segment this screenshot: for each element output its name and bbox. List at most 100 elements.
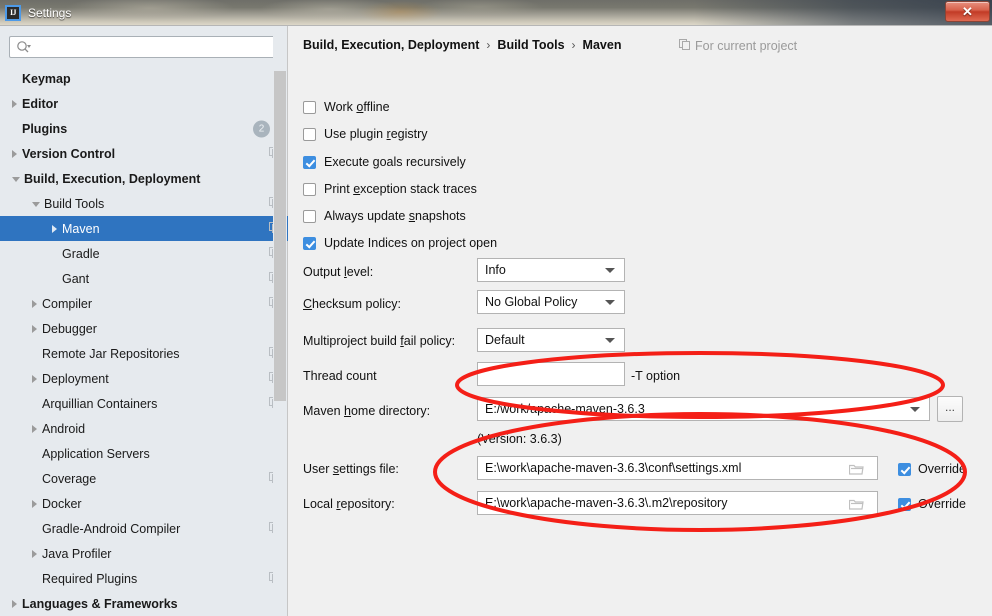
sidebar-scrollbar-track[interactable]: [273, 26, 287, 616]
sidebar-item-java-profiler[interactable]: Java Profiler: [0, 541, 288, 566]
title-bar: IJ Settings ✕: [0, 0, 992, 25]
checkbox-row-always-update-snapshots[interactable]: Always update snapshots: [303, 207, 466, 225]
output-level-combobox[interactable]: Info: [477, 258, 625, 282]
search-box[interactable]: [9, 36, 279, 58]
chevron-right-icon: ›: [486, 38, 491, 52]
sidebar-item-languages-frameworks[interactable]: Languages & Frameworks: [0, 591, 288, 616]
chevron-right-icon[interactable]: [32, 299, 37, 308]
breadcrumb-item-build-tools[interactable]: Build Tools: [497, 38, 564, 52]
multiproject-fail-policy-label: Multiproject build fail policy:: [303, 334, 456, 348]
sidebar-scrollbar-thumb[interactable]: [274, 71, 286, 401]
chevron-right-icon[interactable]: [32, 324, 37, 333]
sidebar-item-label: Editor: [22, 96, 59, 111]
chevron-right-icon-2: ›: [571, 38, 576, 52]
sidebar-item-label: Required Plugins: [42, 571, 138, 586]
close-button[interactable]: ✕: [945, 1, 990, 22]
chevron-right-icon[interactable]: [32, 499, 37, 508]
search-area: [9, 36, 279, 58]
user-settings-field[interactable]: [477, 456, 878, 480]
sidebar-item-editor[interactable]: Editor: [0, 91, 288, 116]
sidebar-item-build-execution-deployment[interactable]: Build, Execution, Deployment: [0, 166, 288, 191]
multiproject-fail-policy-value: Default: [485, 333, 525, 347]
maven-home-combobox[interactable]: E:/work/apache-maven-3.6.3: [477, 397, 930, 421]
local-repository-browse-folder-icon[interactable]: [848, 498, 864, 513]
sidebar-item-arquillian-containers[interactable]: Arquillian Containers: [0, 391, 288, 416]
sidebar-item-deployment[interactable]: Deployment: [0, 366, 288, 391]
user-settings-override-row[interactable]: Override: [898, 462, 966, 476]
search-input[interactable]: [32, 38, 262, 56]
local-repository-override-label: Override: [918, 497, 966, 511]
sidebar-item-label: Docker: [42, 496, 82, 511]
local-repository-override-row[interactable]: Override: [898, 497, 966, 511]
local-repository-input[interactable]: [485, 493, 877, 513]
local-repository-override-checkbox[interactable]: [898, 497, 911, 511]
chevron-right-icon[interactable]: [32, 374, 37, 383]
chevron-right-icon[interactable]: [12, 99, 17, 108]
sidebar-item-plugins[interactable]: Plugins 2: [0, 116, 288, 141]
sidebar-item-label: Gradle-Android Compiler: [42, 521, 181, 536]
breadcrumb-item-build-execution-deployment[interactable]: Build, Execution, Deployment: [303, 38, 479, 52]
thread-count-label: Thread count: [303, 369, 377, 383]
chevron-right-icon[interactable]: [32, 549, 37, 558]
sidebar-item-build-tools[interactable]: Build Tools: [0, 191, 288, 216]
sidebar-item-version-control[interactable]: Version Control: [0, 141, 288, 166]
multiproject-fail-policy-combobox[interactable]: Default: [477, 328, 625, 352]
chevron-down-icon[interactable]: [32, 202, 40, 207]
sidebar-item-label: Debugger: [42, 321, 97, 336]
checkbox-use-plugin-registry[interactable]: [303, 127, 316, 141]
thread-count-hint: -T option: [631, 369, 681, 383]
checkbox-label: Execute goals recursively: [324, 155, 466, 169]
settings-dialog: IJ Settings ✕ Keymap Editor Plugins 2 Ve…: [0, 0, 992, 616]
checkbox-row-use-plugin-registry[interactable]: Use plugin registry: [303, 125, 428, 143]
sidebar-item-compiler[interactable]: Compiler: [0, 291, 288, 316]
checksum-policy-combobox[interactable]: No Global Policy: [477, 290, 625, 314]
sidebar-item-label: Gant: [62, 271, 90, 286]
maven-home-value: E:/work/apache-maven-3.6.3: [485, 402, 645, 416]
sidebar-item-remote-jar-repositories[interactable]: Remote Jar Repositories: [0, 341, 288, 366]
sidebar-item-badge: 2: [253, 120, 270, 137]
sidebar-item-gradle[interactable]: Gradle: [0, 241, 288, 266]
breadcrumb-item-maven[interactable]: Maven: [583, 38, 622, 52]
search-icon: [16, 40, 32, 54]
sidebar-item-keymap[interactable]: Keymap: [0, 66, 288, 91]
sidebar-item-docker[interactable]: Docker: [0, 491, 288, 516]
sidebar-item-gant[interactable]: Gant: [0, 266, 288, 291]
sidebar-item-maven[interactable]: Maven: [0, 216, 288, 241]
checkbox-row-update-indices-on-project-open[interactable]: Update Indices on project open: [303, 234, 497, 252]
checkbox-always-update-snapshots[interactable]: [303, 209, 316, 223]
maven-home-browse-button[interactable]: ...: [937, 396, 963, 422]
ellipsis-icon: ...: [944, 399, 955, 414]
chevron-right-icon[interactable]: [52, 224, 57, 233]
sidebar-item-label: Application Servers: [42, 446, 150, 461]
checkbox-update-indices-on-project-open[interactable]: [303, 236, 316, 250]
thread-count-field[interactable]: [477, 362, 625, 386]
user-settings-browse-folder-icon[interactable]: [848, 463, 864, 478]
sidebar-item-coverage[interactable]: Coverage: [0, 466, 288, 491]
checkbox-print-exception-stack-traces[interactable]: [303, 182, 316, 196]
user-settings-input[interactable]: [485, 458, 877, 478]
checkbox-execute-goals-recursively[interactable]: [303, 155, 316, 169]
sidebar-item-application-servers[interactable]: Application Servers: [0, 441, 288, 466]
local-repository-field[interactable]: [477, 491, 878, 515]
chevron-right-icon[interactable]: [12, 599, 17, 608]
checkbox-label: Use plugin registry: [324, 127, 428, 141]
user-settings-override-checkbox[interactable]: [898, 462, 911, 476]
settings-tree[interactable]: Keymap Editor Plugins 2 Version Control Build…: [0, 66, 288, 616]
checkbox-row-print-exception-stack-traces[interactable]: Print exception stack traces: [303, 180, 477, 198]
chevron-right-icon[interactable]: [12, 149, 17, 158]
checkbox-work-offline[interactable]: [303, 100, 316, 114]
sidebar-item-debugger[interactable]: Debugger: [0, 316, 288, 341]
for-current-project-indicator[interactable]: For current project: [679, 39, 797, 53]
output-level-label: Output level:: [303, 265, 374, 279]
sidebar-item-label: Compiler: [42, 296, 93, 311]
chevron-down-icon-2: [605, 300, 615, 305]
checkbox-row-work-offline[interactable]: Work offline: [303, 98, 390, 116]
chevron-down-icon[interactable]: [12, 177, 20, 182]
thread-count-input[interactable]: [485, 364, 624, 384]
sidebar-item-android[interactable]: Android: [0, 416, 288, 441]
sidebar-item-required-plugins[interactable]: Required Plugins: [0, 566, 288, 591]
checkbox-row-execute-goals-recursively[interactable]: Execute goals recursively: [303, 153, 466, 171]
sidebar-item-gradle-android-compiler[interactable]: Gradle-Android Compiler: [0, 516, 288, 541]
chevron-right-icon[interactable]: [32, 424, 37, 433]
